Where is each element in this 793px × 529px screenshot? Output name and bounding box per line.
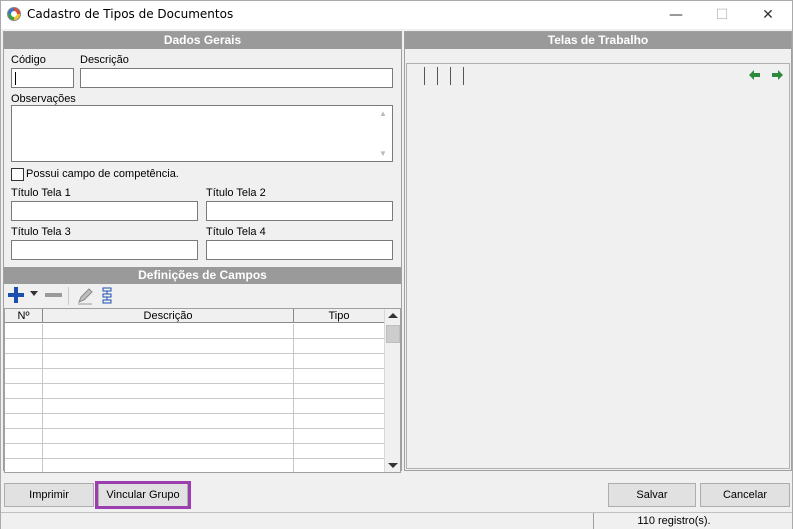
cell-numero[interactable] [5,354,43,369]
cell-descricao[interactable] [43,354,294,369]
titulo-tela1-label: Título Tela 1 [11,187,71,199]
cell-tipo[interactable] [294,339,385,354]
grid-scrollbar[interactable] [384,309,400,472]
cell-descricao[interactable] [43,324,294,339]
dados-gerais-header: Dados Gerais [4,32,401,49]
titulo-tela3-label: Título Tela 3 [11,226,71,238]
scroll-thumb[interactable] [386,325,400,343]
cell-tipo[interactable] [294,324,385,339]
salvar-button[interactable]: Salvar [608,483,696,507]
scroll-down-icon: ▼ [379,149,387,158]
tab-2[interactable] [437,67,438,85]
scroll-down-icon[interactable] [388,463,398,468]
cell-numero[interactable] [5,384,43,399]
cell-tipo[interactable] [294,399,385,414]
tab-1[interactable] [424,67,425,85]
arrow-left-icon[interactable] [749,69,761,81]
titulo-tela4-input[interactable] [206,240,393,260]
cell-numero[interactable] [5,369,43,384]
cell-tipo[interactable] [294,369,385,384]
table-row[interactable] [5,444,385,459]
table-row[interactable] [5,384,385,399]
cell-numero[interactable] [5,459,43,472]
cancelar-button[interactable]: Cancelar [700,483,790,507]
imprimir-button[interactable]: Imprimir [4,483,94,507]
cell-numero[interactable] [5,444,43,459]
observacoes-scrollbar[interactable]: ▲ ▼ [376,106,392,161]
table-row[interactable] [5,339,385,354]
cell-tipo[interactable] [294,354,385,369]
text-caret [15,72,16,85]
maximize-button[interactable]: ☐ [699,1,745,29]
descricao-input[interactable] [80,68,393,88]
minimize-button[interactable]: — [653,1,699,29]
table-row[interactable] [5,414,385,429]
cell-descricao[interactable] [43,444,294,459]
tab-3[interactable] [450,67,451,85]
close-button[interactable]: ✕ [745,1,791,29]
telas-tab-area [406,63,790,469]
window-title: Cadastro de Tipos de Documentos [27,7,234,21]
remove-icon[interactable] [45,293,62,297]
descricao-label: Descrição [80,54,129,66]
observacoes-label: Observações [11,93,76,105]
observacoes-textarea[interactable]: ▲ ▼ [11,105,393,162]
cell-descricao[interactable] [43,399,294,414]
cell-descricao[interactable] [43,384,294,399]
titulo-tela2-label: Título Tela 2 [206,187,266,199]
table-row[interactable] [5,399,385,414]
table-row[interactable] [5,324,385,339]
competencia-label: Possui campo de competência. [26,168,179,180]
grid-header: Nº Descrição Tipo [5,309,385,323]
cell-numero[interactable] [5,324,43,339]
titulo-tela2-input[interactable] [206,201,393,221]
cell-tipo[interactable] [294,459,385,472]
scroll-up-icon: ▲ [379,109,387,118]
cell-descricao[interactable] [43,339,294,354]
definicoes-header: Definições de Campos [4,267,401,284]
cell-descricao[interactable] [43,429,294,444]
record-count: 110 registro(s). [637,515,711,527]
cell-tipo[interactable] [294,414,385,429]
cell-numero[interactable] [5,414,43,429]
competencia-checkbox[interactable] [11,168,24,181]
window: Cadastro de Tipos de Documentos — ☐ ✕ Da… [0,0,793,529]
table-row[interactable] [5,354,385,369]
column-header-numero[interactable]: Nº [5,309,43,323]
table-row[interactable] [5,459,385,472]
cell-tipo[interactable] [294,384,385,399]
app-icon [7,7,21,21]
table-row[interactable] [5,369,385,384]
cell-descricao[interactable] [43,369,294,384]
codigo-label: Código [11,54,46,66]
add-icon[interactable] [8,287,24,303]
cell-tipo[interactable] [294,444,385,459]
titulo-tela1-input[interactable] [11,201,198,221]
cell-tipo[interactable] [294,429,385,444]
scroll-up-icon[interactable] [388,313,398,318]
chevron-down-icon[interactable] [30,291,38,296]
titulo-tela4-label: Título Tela 4 [206,226,266,238]
telas-header: Telas de Trabalho [405,32,791,49]
definicoes-grid[interactable]: Nº Descrição Tipo [4,308,401,473]
arrow-right-icon[interactable] [771,69,783,81]
codigo-input[interactable] [11,68,74,88]
toolbar-separator [68,287,69,305]
cell-descricao[interactable] [43,414,294,429]
title-bar: Cadastro de Tipos de Documentos — ☐ ✕ [1,1,792,29]
table-row[interactable] [5,429,385,444]
cell-numero[interactable] [5,429,43,444]
highlight-frame [95,481,191,509]
cell-descricao[interactable] [43,459,294,472]
titulo-tela3-input[interactable] [11,240,198,260]
cell-numero[interactable] [5,339,43,354]
edit-pencil-icon[interactable] [76,287,94,305]
cell-numero[interactable] [5,399,43,414]
columns-icon[interactable] [101,287,113,305]
column-header-tipo[interactable]: Tipo [294,309,385,323]
tab-4[interactable] [463,67,464,85]
column-header-descricao[interactable]: Descrição [43,309,294,323]
